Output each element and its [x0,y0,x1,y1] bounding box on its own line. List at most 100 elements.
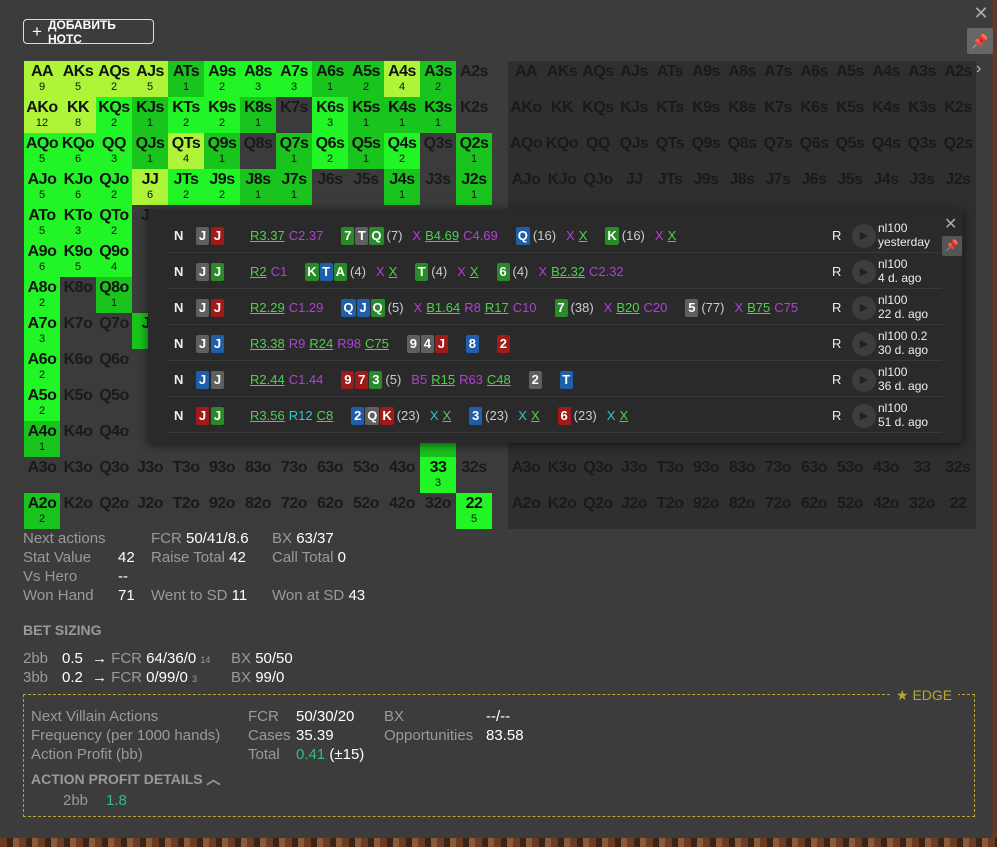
range-cell[interactable]: ATs [652,61,688,97]
play-icon[interactable]: ▶ [852,224,876,248]
pin-icon[interactable]: 📌 [967,28,993,54]
range-cell[interactable]: 33 3 [420,457,456,493]
range-cell[interactable]: 42o [868,493,904,529]
range-cell[interactable]: A6s [796,61,832,97]
range-cell[interactable]: QTs 4 [168,133,204,169]
range-cell[interactable]: 32s [940,457,976,493]
range-cell[interactable]: J4s [868,169,904,205]
range-cell[interactable]: A2s [940,61,976,97]
range-cell[interactable]: 22 5 [456,493,492,529]
range-cell[interactable]: K3o [544,457,580,493]
range-cell[interactable]: K4s [868,97,904,133]
range-cell[interactable]: KJo [544,169,580,205]
range-cell[interactable]: J3o [132,457,168,493]
range-cell[interactable]: Q4s 2 [384,133,420,169]
range-cell[interactable]: A8s [724,61,760,97]
range-cell[interactable]: KJs [616,97,652,133]
range-cell[interactable]: Q5s 1 [348,133,384,169]
range-cell[interactable]: J8s 1 [240,169,276,205]
range-cell[interactable]: 73o [760,457,796,493]
range-cell[interactable]: Q6s [796,133,832,169]
range-cell[interactable]: ATo 5 [24,205,60,241]
range-cell[interactable]: 43o [868,457,904,493]
range-cell[interactable]: J5s [348,169,384,205]
range-cell[interactable]: KQo 6 [60,133,96,169]
hand-row[interactable]: N J J R2.44 C1.44 9 7 3 (5) B5 R15 R63 C48 2 T R ▶ nl100 3… [168,363,942,397]
range-cell[interactable]: KTo 3 [60,205,96,241]
range-cell[interactable]: 72o [760,493,796,529]
range-cell[interactable]: K4o [60,421,96,457]
range-cell[interactable]: JJ [616,169,652,205]
range-cell[interactable]: Q3o [580,457,616,493]
range-cell[interactable]: T2o [652,493,688,529]
range-cell[interactable]: Q5o [96,385,132,421]
range-cell[interactable]: AA 9 [24,61,60,97]
range-cell[interactable]: 63o [796,457,832,493]
range-cell[interactable]: AQo 5 [24,133,60,169]
range-cell[interactable]: Q8s [240,133,276,169]
range-cell[interactable]: ATs 1 [168,61,204,97]
range-cell[interactable]: QTo 2 [96,205,132,241]
range-cell[interactable]: QQ 3 [96,133,132,169]
range-cell[interactable]: Q2s 1 [456,133,492,169]
range-cell[interactable]: J2o [616,493,652,529]
range-cell[interactable]: Q2o [96,493,132,529]
range-cell[interactable]: 52o [348,493,384,529]
play-icon[interactable]: ▶ [852,296,876,320]
range-cell[interactable]: KK [544,97,580,133]
range-cell[interactable]: K7o [60,313,96,349]
hand-row[interactable]: N J J R3.37 C2.37 7 T Q (7) X B4.69 C4.69 Q (16) X X K (1… [168,219,942,253]
range-cell[interactable]: KQo [544,133,580,169]
range-cell[interactable]: J9s 2 [204,169,240,205]
range-cell[interactable]: QJo [580,169,616,205]
range-cell[interactable]: K8s 1 [240,97,276,133]
range-cell[interactable]: 52o [832,493,868,529]
range-cell[interactable]: Q2o [580,493,616,529]
range-cell[interactable]: K2s [940,97,976,133]
range-cell[interactable]: 53o [832,457,868,493]
range-cell[interactable]: J3s [904,169,940,205]
close-icon[interactable]: ✕ [972,4,990,22]
range-cell[interactable]: Q8s [724,133,760,169]
range-cell[interactable]: KQs [580,97,616,133]
range-cell[interactable]: K3s [904,97,940,133]
popup-pin-icon[interactable]: 📌 [942,236,962,256]
range-cell[interactable]: J2s 1 [456,169,492,205]
play-icon[interactable]: ▶ [852,368,876,392]
range-cell[interactable]: AQo [508,133,544,169]
range-cell[interactable]: 62o [312,493,348,529]
range-cell[interactable]: A5s [832,61,868,97]
range-cell[interactable]: K5s [832,97,868,133]
range-cell[interactable]: J2o [132,493,168,529]
range-cell[interactable]: Q9o 4 [96,241,132,277]
range-cell[interactable]: A8o 2 [24,277,60,313]
range-cell[interactable]: A7s [760,61,796,97]
range-cell[interactable]: J7s [760,169,796,205]
range-cell[interactable]: AQs 2 [96,61,132,97]
range-cell[interactable]: K6s 3 [312,97,348,133]
range-cell[interactable]: 63o [312,457,348,493]
range-cell[interactable]: KQs 2 [96,97,132,133]
range-cell[interactable]: 72o [276,493,312,529]
range-cell[interactable]: A9s [688,61,724,97]
range-cell[interactable]: 33 [904,457,940,493]
range-cell[interactable]: AA [508,61,544,97]
range-cell[interactable]: QJs [616,133,652,169]
range-cell[interactable]: K4s 1 [384,97,420,133]
range-cell[interactable]: Q7o [96,313,132,349]
add-notes-button[interactable]: + ДОБАВИТЬ НОТС [23,18,154,46]
range-cell[interactable]: AKs 5 [60,61,96,97]
range-cell[interactable]: KTs 2 [168,97,204,133]
range-cell[interactable]: J5s [832,169,868,205]
range-cell[interactable]: 32o [420,493,456,529]
range-cell[interactable]: Q3s [904,133,940,169]
range-cell[interactable]: QJs 1 [132,133,168,169]
range-cell[interactable]: 53o [348,457,384,493]
range-cell[interactable]: K5o [60,385,96,421]
range-cell[interactable]: A5s 2 [348,61,384,97]
range-cell[interactable]: K6o [60,349,96,385]
range-cell[interactable]: T3o [168,457,204,493]
range-cell[interactable]: KK 8 [60,97,96,133]
range-cell[interactable]: 32s [456,457,492,493]
range-cell[interactable]: A4o 1 [24,421,60,457]
